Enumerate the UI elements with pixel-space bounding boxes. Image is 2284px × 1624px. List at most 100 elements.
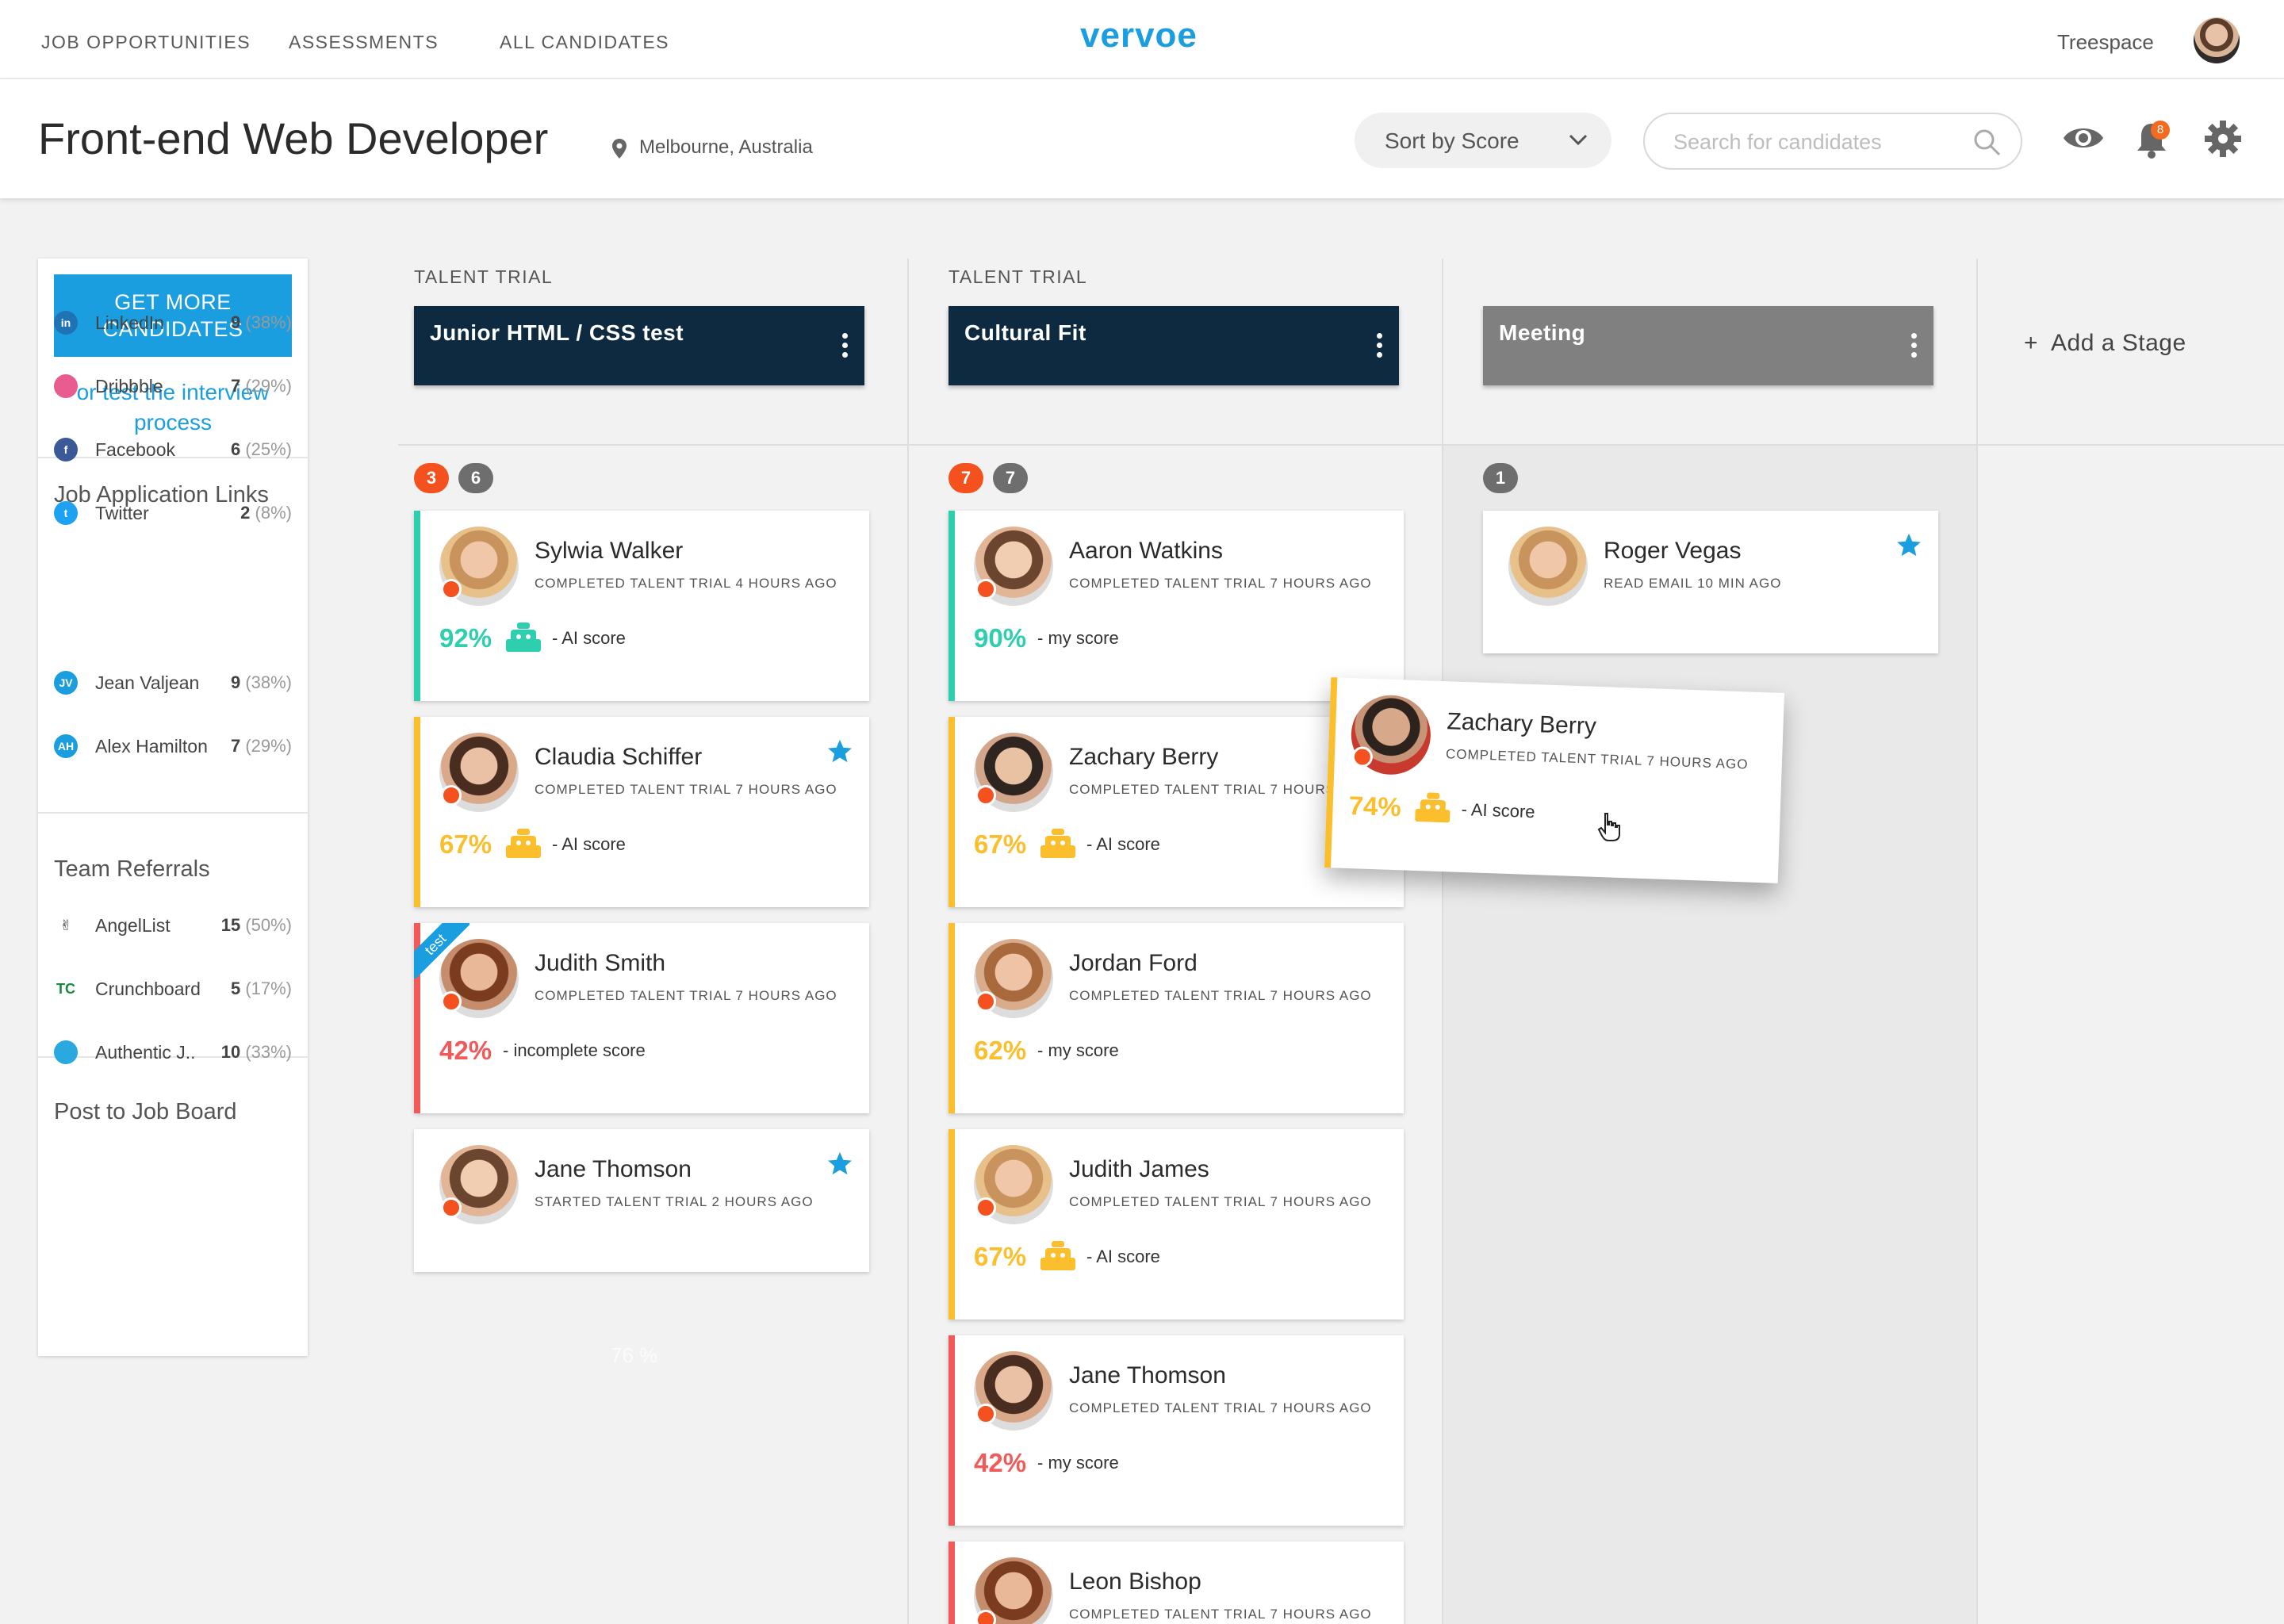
user-initials-icon: AH [54, 734, 78, 758]
source-row-linkedin[interactable]: in LinkedIn 9 (38%) [54, 306, 292, 338]
star-icon[interactable] [826, 1150, 853, 1177]
candidate-status: COMPLETED TALENT TRIAL 7 HOURS AGO [1069, 1194, 1372, 1210]
org-name[interactable]: Treespace [2057, 30, 2154, 55]
score-bar [948, 1542, 955, 1624]
score-bar [948, 1335, 955, 1526]
source-row-jean-valjean[interactable]: JVJean Valjean9 (38%) [54, 666, 292, 698]
candidate-card[interactable]: Jane ThomsonSTARTED TALENT TRIAL 2 HOURS… [414, 1129, 869, 1272]
score-type: - AI score [552, 628, 626, 649]
score-type: - my score [1037, 628, 1119, 649]
linkedin-icon: in [54, 311, 78, 335]
source-row-crunchboard[interactable]: TCCrunchboard5 (17%) [54, 972, 292, 1004]
source-count-percent: (38%) [245, 672, 292, 692]
source-count-percent: (33%) [245, 1042, 292, 1062]
candidate-photo [1508, 527, 1588, 606]
candidate-card[interactable]: Roger VegasREAD EMAIL 10 MIN AGO [1483, 511, 1938, 653]
source-row-twitter[interactable]: tTwitter2 (8%) [54, 496, 292, 528]
faded-score: 76 % [611, 1343, 657, 1368]
candidate-name: Judith James [1069, 1156, 1209, 1183]
source-count: 9 (38%) [231, 672, 292, 693]
source-name: Alex Hamilton [95, 736, 208, 757]
source-name: Facebook [95, 439, 175, 461]
crunchboard-icon: TC [54, 977, 78, 1001]
candidate-score: 90% [974, 623, 1026, 653]
user-avatar[interactable] [2194, 17, 2240, 63]
candidate-card[interactable]: Claudia SchifferCOMPLETED TALENT TRIAL 7… [414, 717, 869, 907]
search-icon[interactable] [1973, 128, 2002, 157]
candidate-name: Jane Thomson [535, 1156, 692, 1183]
stage-header-meeting[interactable]: Meeting [1483, 306, 1933, 385]
nav-job-opportunities[interactable]: JOB OPPORTUNITIES [41, 32, 251, 53]
gear-icon[interactable] [2203, 119, 2243, 159]
search-input[interactable] [1673, 128, 1959, 155]
source-row-authentic-j[interactable]: Authentic J..10 (33%) [54, 1036, 292, 1067]
source-count-number: 9 [231, 312, 240, 332]
status-dot [441, 1197, 462, 1218]
source-name: Crunchboard [95, 979, 201, 1000]
source-row-dribbble[interactable]: Dribbble7 (29%) [54, 370, 292, 401]
angellist-icon: ✌ [54, 914, 78, 937]
candidate-card[interactable]: testJudith SmithCOMPLETED TALENT TRIAL 7… [414, 923, 869, 1113]
source-row-angellist[interactable]: ✌AngelList15 (50%) [54, 909, 292, 940]
status-dot [441, 991, 462, 1012]
candidate-name: Leon Bishop [1069, 1568, 1201, 1595]
section-heading-job-boards: Post to Job Board [54, 1099, 237, 1125]
candidate-name: Claudia Schiffer [535, 744, 702, 771]
nav-all-candidates[interactable]: ALL CANDIDATES [500, 32, 669, 53]
source-count-number: 9 [231, 672, 240, 692]
column-type-label: TALENT TRIAL [414, 266, 553, 288]
source-row-facebook[interactable]: f Facebook 6 (25%) [54, 433, 292, 465]
brand-logo[interactable]: vervoe [1080, 16, 1198, 56]
header-divider [398, 444, 2284, 446]
ribbon-label: test [414, 923, 469, 979]
facebook-icon: f [54, 438, 78, 462]
source-name: LinkedIn [95, 312, 164, 334]
score-bar [414, 511, 420, 701]
candidate-score: 92% [439, 623, 492, 653]
candidate-name: Sylwia Walker [535, 538, 683, 565]
stage-name: Meeting [1499, 320, 1585, 346]
source-count: 7 (29%) [231, 736, 292, 756]
chevron-down-icon [1569, 133, 1588, 146]
source-count-percent: (50%) [245, 915, 292, 935]
candidate-card[interactable]: Leon BishopCOMPLETED TALENT TRIAL 7 HOUR… [948, 1542, 1404, 1624]
nav-assessments[interactable]: ASSESSMENTS [289, 32, 439, 53]
eye-icon[interactable] [2062, 121, 2105, 155]
stage-header-cultural-fit[interactable]: Cultural Fit [948, 306, 1399, 385]
candidate-card[interactable]: Jane ThomsonCOMPLETED TALENT TRIAL 7 HOU… [948, 1335, 1404, 1526]
source-count-percent: (29%) [245, 376, 292, 396]
more-vertical-icon[interactable] [842, 333, 849, 362]
source-count: 9 (38%) [231, 312, 292, 333]
sourcing-panel: GET MORE CANDIDATES or test the intervie… [38, 259, 308, 1356]
source-row-alex-hamilton[interactable]: AH Alex Hamilton 7 (29%) [54, 730, 292, 761]
top-nav: JOB OPPORTUNITIES ASSESSMENTS ALL CANDID… [0, 0, 2284, 79]
source-count-percent: (25%) [245, 439, 292, 459]
candidate-status: COMPLETED TALENT TRIAL 4 HOURS AGO [535, 576, 837, 592]
candidate-card[interactable]: Jordan FordCOMPLETED TALENT TRIAL 7 HOUR… [948, 923, 1404, 1113]
candidate-score: 67% [974, 829, 1026, 860]
candidate-card[interactable]: Aaron WatkinsCOMPLETED TALENT TRIAL 7 HO… [948, 511, 1404, 701]
column-type-label: TALENT TRIAL [948, 266, 1087, 288]
add-stage-button[interactable]: + Add a Stage [2024, 330, 2186, 357]
location-pin-icon [611, 138, 628, 160]
score-type: - AI score [1086, 834, 1160, 855]
score-bar [948, 717, 955, 907]
candidate-name: Zachary Berry [1069, 744, 1218, 771]
candidate-card[interactable]: Judith James COMPLETED TALENT TRIAL 7 HOU… [948, 1129, 1404, 1320]
candidate-card[interactable]: Sylwia Walker COMPLETED TALENT TRIAL 4 HO… [414, 511, 869, 701]
stage-header-junior-html-css[interactable]: Junior HTML / CSS test [414, 306, 864, 385]
more-vertical-icon[interactable] [1911, 333, 1918, 362]
star-icon[interactable] [1895, 531, 1922, 558]
dragging-candidate-card[interactable]: Zachary Berry COMPLETED TALENT TRIAL 7 H… [1324, 677, 1784, 883]
score-bar [948, 923, 955, 1113]
divider [38, 812, 308, 814]
source-count: 6 (25%) [231, 439, 292, 460]
more-vertical-icon[interactable] [1377, 333, 1383, 362]
candidate-status: COMPLETED TALENT TRIAL 7 HOURS AGO [1069, 988, 1372, 1004]
star-icon[interactable] [826, 737, 853, 764]
score-bar [948, 511, 955, 701]
source-name: Twitter [95, 503, 149, 524]
sort-dropdown[interactable]: Sort by Score [1355, 113, 1611, 168]
count-badge-total: 6 [458, 463, 493, 493]
source-name: AngelList [95, 915, 171, 936]
